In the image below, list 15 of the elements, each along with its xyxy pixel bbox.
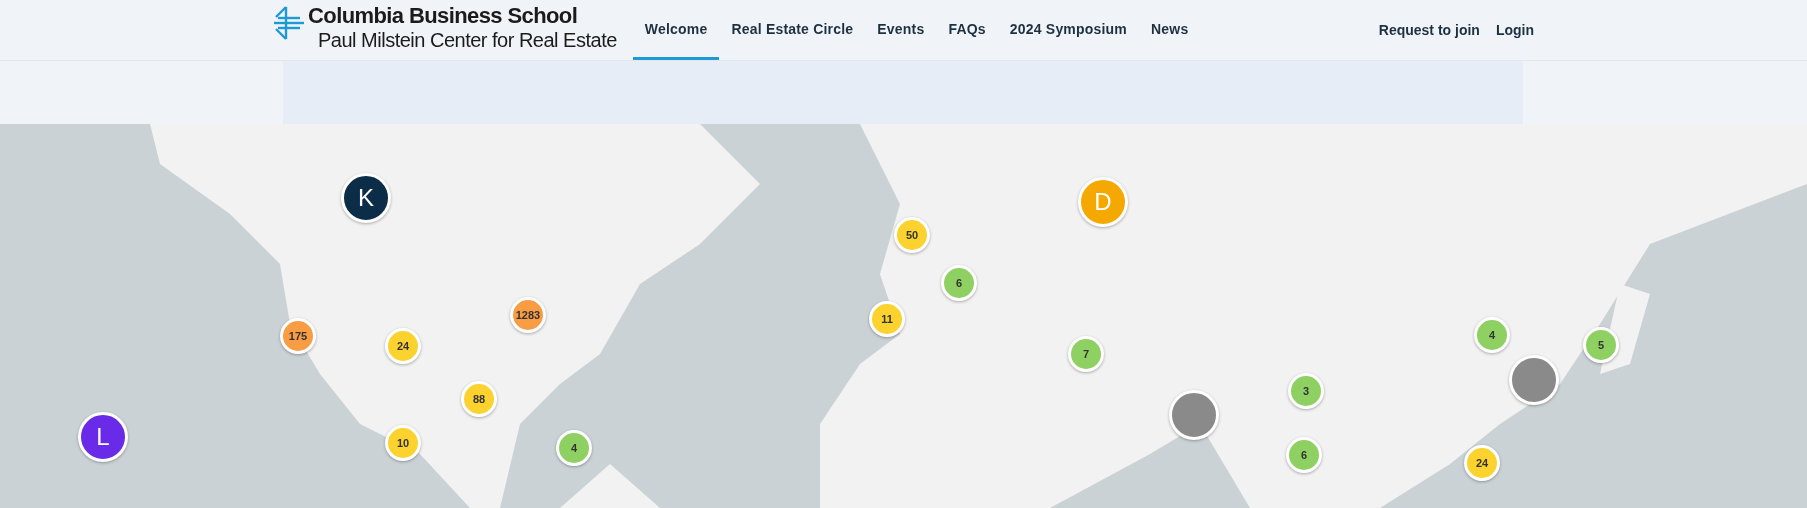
cluster-marker[interactable]: 24	[1464, 445, 1500, 481]
user-avatar[interactable]: L	[78, 412, 128, 462]
nav-tab[interactable]: 2024 Symposium	[997, 0, 1139, 60]
logo-subtitle: Paul Milstein Center for Real Estate	[318, 28, 617, 52]
cluster-marker[interactable]: 10	[385, 425, 421, 461]
logo-title: Columbia Business School	[308, 4, 579, 28]
nav-tab[interactable]: FAQs	[936, 0, 998, 60]
nav-tab[interactable]: Real Estate Circle	[719, 0, 866, 60]
account-link[interactable]: Login	[1495, 22, 1534, 38]
cluster-marker[interactable]: 175	[280, 318, 316, 354]
account-link[interactable]: Request to join	[1378, 22, 1480, 38]
nav-tab[interactable]: Events	[865, 0, 937, 60]
nav-tab[interactable]: News	[1139, 0, 1201, 60]
cluster-marker[interactable]: 4	[556, 430, 592, 466]
cluster-marker[interactable]: 11	[869, 301, 905, 337]
